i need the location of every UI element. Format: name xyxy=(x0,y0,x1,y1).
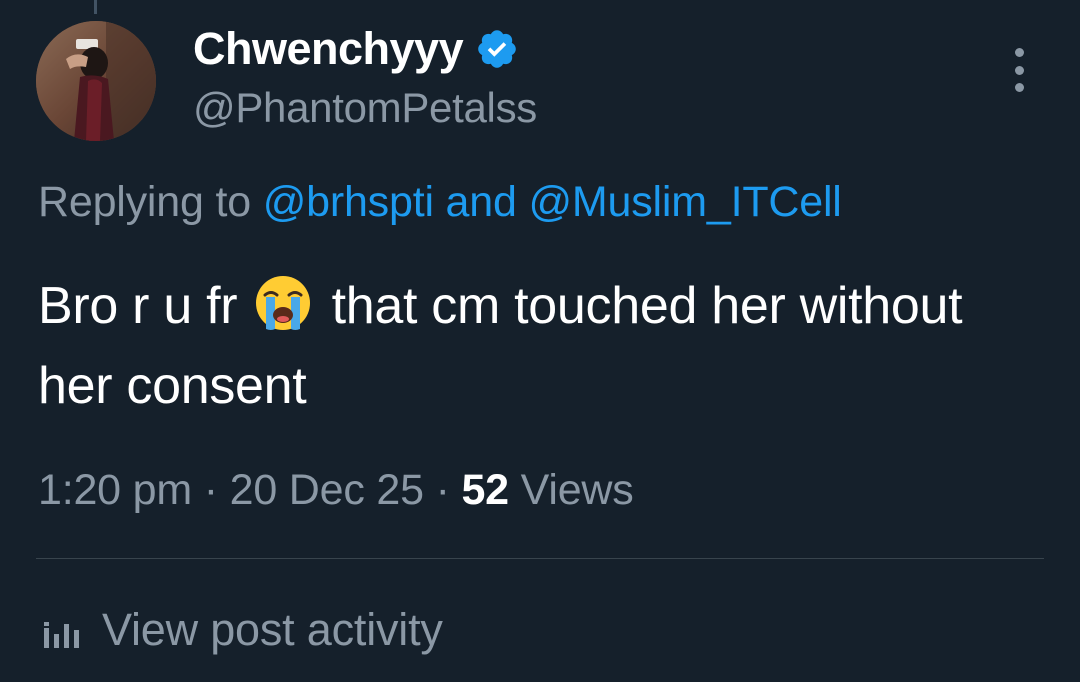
verified-badge-icon[interactable] xyxy=(475,27,519,71)
author-name-row[interactable]: Chwenchyyy xyxy=(193,22,519,76)
replying-to-line: Replying to @brhspti and @Muslim_ITCell xyxy=(38,178,842,227)
views-count: 52 xyxy=(461,466,509,514)
mention-link-brhspti[interactable]: @brhspti xyxy=(263,178,434,226)
tweet-time[interactable]: 1:20 pm xyxy=(38,466,192,514)
tweet-text-part-1: Bro r u fr xyxy=(38,277,252,335)
meta-separator-2: · xyxy=(423,466,462,514)
mention-link-muslim-itcell[interactable]: @Muslim_ITCell xyxy=(528,178,841,226)
tweet-text: Bro r u fr that cm touched her without h… xyxy=(38,266,1038,426)
author-display-name[interactable]: Chwenchyyy xyxy=(193,23,464,75)
meta-separator: · xyxy=(191,466,230,514)
view-post-activity-button[interactable]: View post activity xyxy=(40,600,443,660)
avatar[interactable] xyxy=(36,21,156,141)
tweet-date[interactable]: 20 Dec 25 xyxy=(230,466,424,514)
divider xyxy=(36,558,1044,559)
loudly-crying-face-icon xyxy=(253,273,313,333)
view-post-activity-label[interactable]: View post activity xyxy=(102,604,443,656)
thread-connector-line xyxy=(94,0,97,14)
avatar-image xyxy=(36,21,156,141)
views-label: Views xyxy=(508,466,634,514)
replying-to-prefix: Replying to xyxy=(38,178,263,226)
author-handle[interactable]: @PhantomPetalss xyxy=(193,84,537,132)
analytics-icon xyxy=(40,608,84,652)
more-options-icon[interactable] xyxy=(1006,48,1032,92)
replying-joiner[interactable]: and xyxy=(434,178,529,226)
tweet-meta: 1:20 pm · 20 Dec 25 · 52 Views xyxy=(38,466,634,515)
